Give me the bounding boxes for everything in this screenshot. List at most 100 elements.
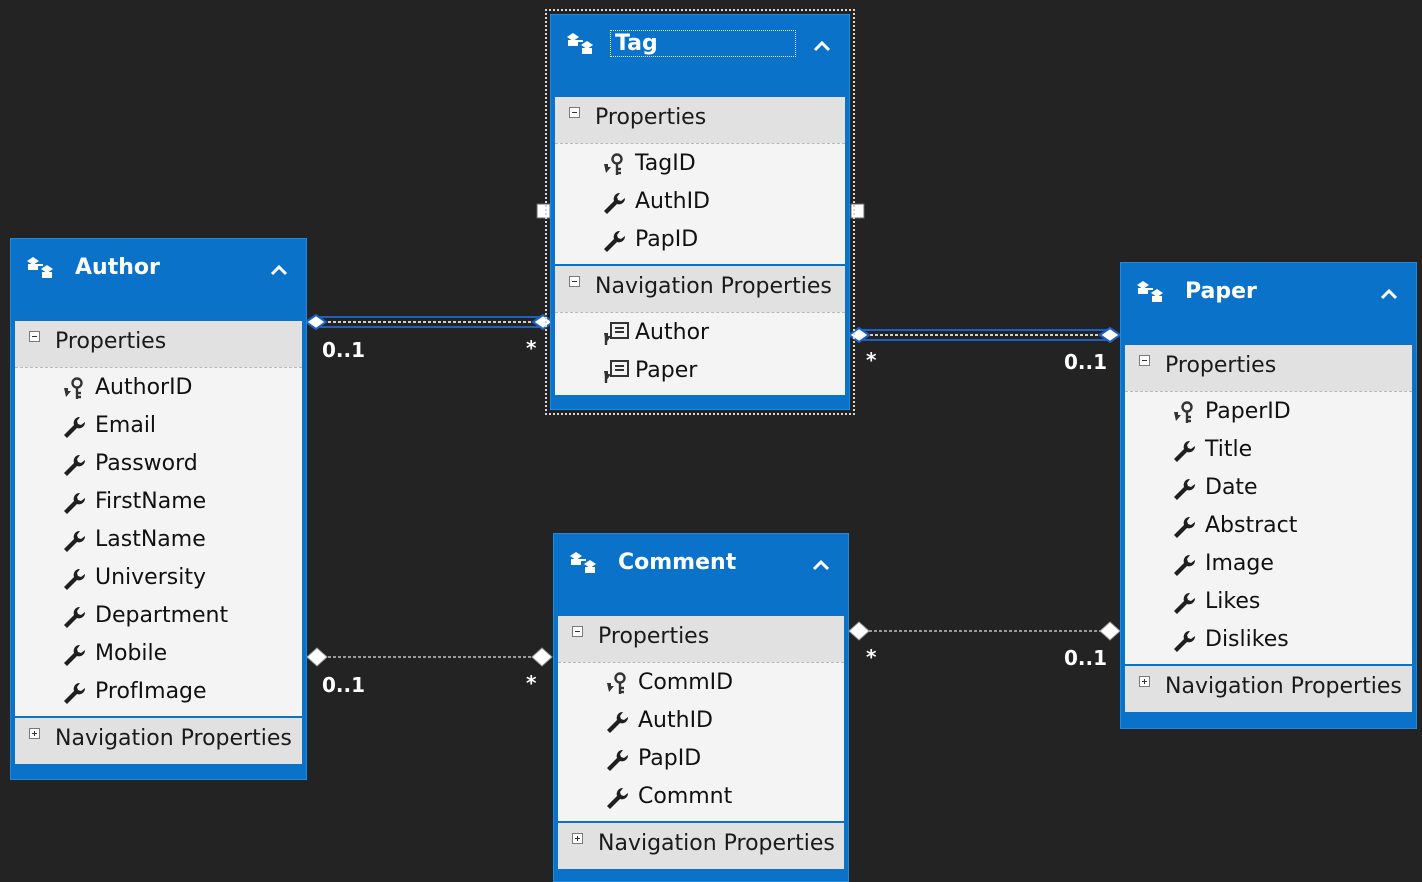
entity-header[interactable]: Paper xyxy=(1121,263,1416,343)
resize-handle-left[interactable] xyxy=(536,203,551,219)
properties-label: Properties xyxy=(1165,353,1277,378)
navigation-properties-header[interactable]: Navigation Properties xyxy=(1125,664,1412,712)
entity-header[interactable]: Comment xyxy=(554,534,848,614)
navigation-section: Navigation Properties Author Paper xyxy=(555,264,845,395)
property-row[interactable]: TagID xyxy=(555,146,845,184)
collapse-chevron-icon[interactable] xyxy=(1378,285,1400,303)
resize-handle-right[interactable] xyxy=(850,203,865,219)
collapse-toggle-icon[interactable] xyxy=(569,276,580,287)
navigation-section: Navigation Properties xyxy=(1125,664,1412,712)
association-comment-paper[interactable] xyxy=(848,621,1121,641)
properties-header[interactable]: Properties xyxy=(15,319,302,367)
wrench-icon xyxy=(61,452,87,478)
expand-toggle-icon[interactable] xyxy=(572,833,583,844)
property-row[interactable]: AuthID xyxy=(555,184,845,222)
wrench-icon xyxy=(601,228,627,254)
navigation-properties-header[interactable]: Navigation Properties xyxy=(15,716,302,764)
collapse-chevron-icon[interactable] xyxy=(810,556,832,574)
property-row[interactable]: FirstName xyxy=(15,484,302,522)
entity-tag[interactable]: Tag Properties TagID AuthID PapID Navigati… xyxy=(545,9,855,415)
entity-type-icon xyxy=(27,257,53,278)
multiplicity-comment-paper-target: 0..1 xyxy=(1064,646,1108,670)
key-icon xyxy=(61,376,87,402)
association-author-comment[interactable] xyxy=(306,647,553,667)
property-name: Image xyxy=(1205,551,1274,576)
property-name: Date xyxy=(1205,475,1258,500)
property-name: PapID xyxy=(635,227,699,252)
navigation-properties-label: Navigation Properties xyxy=(595,274,832,299)
property-row[interactable]: LastName xyxy=(15,522,302,560)
collapse-toggle-icon[interactable] xyxy=(572,626,583,637)
multiplicity-tag-paper-source: * xyxy=(866,348,877,372)
entity-type-icon xyxy=(567,33,593,54)
property-row[interactable]: Commnt xyxy=(558,779,844,817)
property-row[interactable]: Email xyxy=(15,408,302,446)
collapse-toggle-icon[interactable] xyxy=(29,331,40,342)
entity-comment[interactable]: Comment Properties CommID AuthID PapID Comm… xyxy=(553,533,849,882)
properties-section: Properties PaperID Title Date Abstract Image… xyxy=(1125,343,1412,664)
property-list: CommID AuthID PapID Commnt xyxy=(558,662,844,821)
property-row[interactable]: CommID xyxy=(558,665,844,703)
properties-header[interactable]: Properties xyxy=(558,614,844,662)
property-row[interactable]: PaperID xyxy=(1125,394,1412,432)
entity-title[interactable]: Tag xyxy=(610,30,796,57)
property-row[interactable]: PapID xyxy=(558,741,844,779)
property-row[interactable]: Author xyxy=(555,315,845,353)
navigation-properties-label: Navigation Properties xyxy=(1165,674,1402,699)
multiplicity-tag-paper-target: 0..1 xyxy=(1064,350,1108,374)
entity-title[interactable]: Paper xyxy=(1185,279,1257,304)
association-author-tag[interactable] xyxy=(304,313,555,331)
entity-paper[interactable]: Paper Properties PaperID Title Date Abstrac… xyxy=(1120,262,1417,729)
entity-header[interactable]: Author xyxy=(11,239,306,319)
property-row[interactable]: Image xyxy=(1125,546,1412,584)
property-name: CommID xyxy=(638,670,734,695)
collapse-toggle-icon[interactable] xyxy=(1139,355,1150,366)
wrench-icon xyxy=(61,528,87,554)
wrench-icon xyxy=(1171,476,1197,502)
wrench-icon xyxy=(61,642,87,668)
property-list: PaperID Title Date Abstract Image Likes Dislik… xyxy=(1125,391,1412,664)
property-row[interactable]: Password xyxy=(15,446,302,484)
property-row[interactable]: AuthID xyxy=(558,703,844,741)
properties-header[interactable]: Properties xyxy=(1125,343,1412,391)
property-name: Author xyxy=(635,320,710,345)
properties-header[interactable]: Properties xyxy=(555,95,845,143)
property-name: AuthorID xyxy=(95,375,193,400)
property-row[interactable]: AuthorID xyxy=(15,370,302,408)
property-row[interactable]: Abstract xyxy=(1125,508,1412,546)
collapse-toggle-icon[interactable] xyxy=(569,107,580,118)
property-row[interactable]: Mobile xyxy=(15,636,302,674)
property-row[interactable]: Date xyxy=(1125,470,1412,508)
property-name: PaperID xyxy=(1205,399,1291,424)
expand-toggle-icon[interactable] xyxy=(29,728,40,739)
property-row[interactable]: Paper xyxy=(555,353,845,391)
navigation-properties-header[interactable]: Navigation Properties xyxy=(555,264,845,312)
navigation-properties-header[interactable]: Navigation Properties xyxy=(558,821,844,869)
property-name: ProfImage xyxy=(95,679,207,704)
property-name: Title xyxy=(1205,437,1253,462)
property-row[interactable]: University xyxy=(15,560,302,598)
property-row[interactable]: Department xyxy=(15,598,302,636)
collapse-chevron-icon[interactable] xyxy=(811,37,833,55)
entity-title[interactable]: Comment xyxy=(618,550,736,575)
navigation-properties-label: Navigation Properties xyxy=(55,726,292,751)
association-tag-paper[interactable] xyxy=(847,326,1122,344)
key-icon xyxy=(1171,400,1197,426)
property-row[interactable]: Title xyxy=(1125,432,1412,470)
entity-header[interactable]: Tag xyxy=(551,15,849,95)
property-row[interactable]: Dislikes xyxy=(1125,622,1412,660)
wrench-icon xyxy=(1171,552,1197,578)
entity-author[interactable]: Author Properties AuthorID Email Password F… xyxy=(10,238,307,780)
property-row[interactable]: PapID xyxy=(555,222,845,260)
multiplicity-author-tag-target: * xyxy=(526,336,537,360)
key-icon xyxy=(601,152,627,178)
properties-label: Properties xyxy=(55,329,167,354)
property-name: LastName xyxy=(95,527,206,552)
wrench-icon xyxy=(61,604,87,630)
expand-toggle-icon[interactable] xyxy=(1139,676,1150,687)
property-row[interactable]: Likes xyxy=(1125,584,1412,622)
collapse-chevron-icon[interactable] xyxy=(268,261,290,279)
property-row[interactable]: ProfImage xyxy=(15,674,302,712)
property-name: Abstract xyxy=(1205,513,1298,538)
entity-title[interactable]: Author xyxy=(75,255,160,280)
